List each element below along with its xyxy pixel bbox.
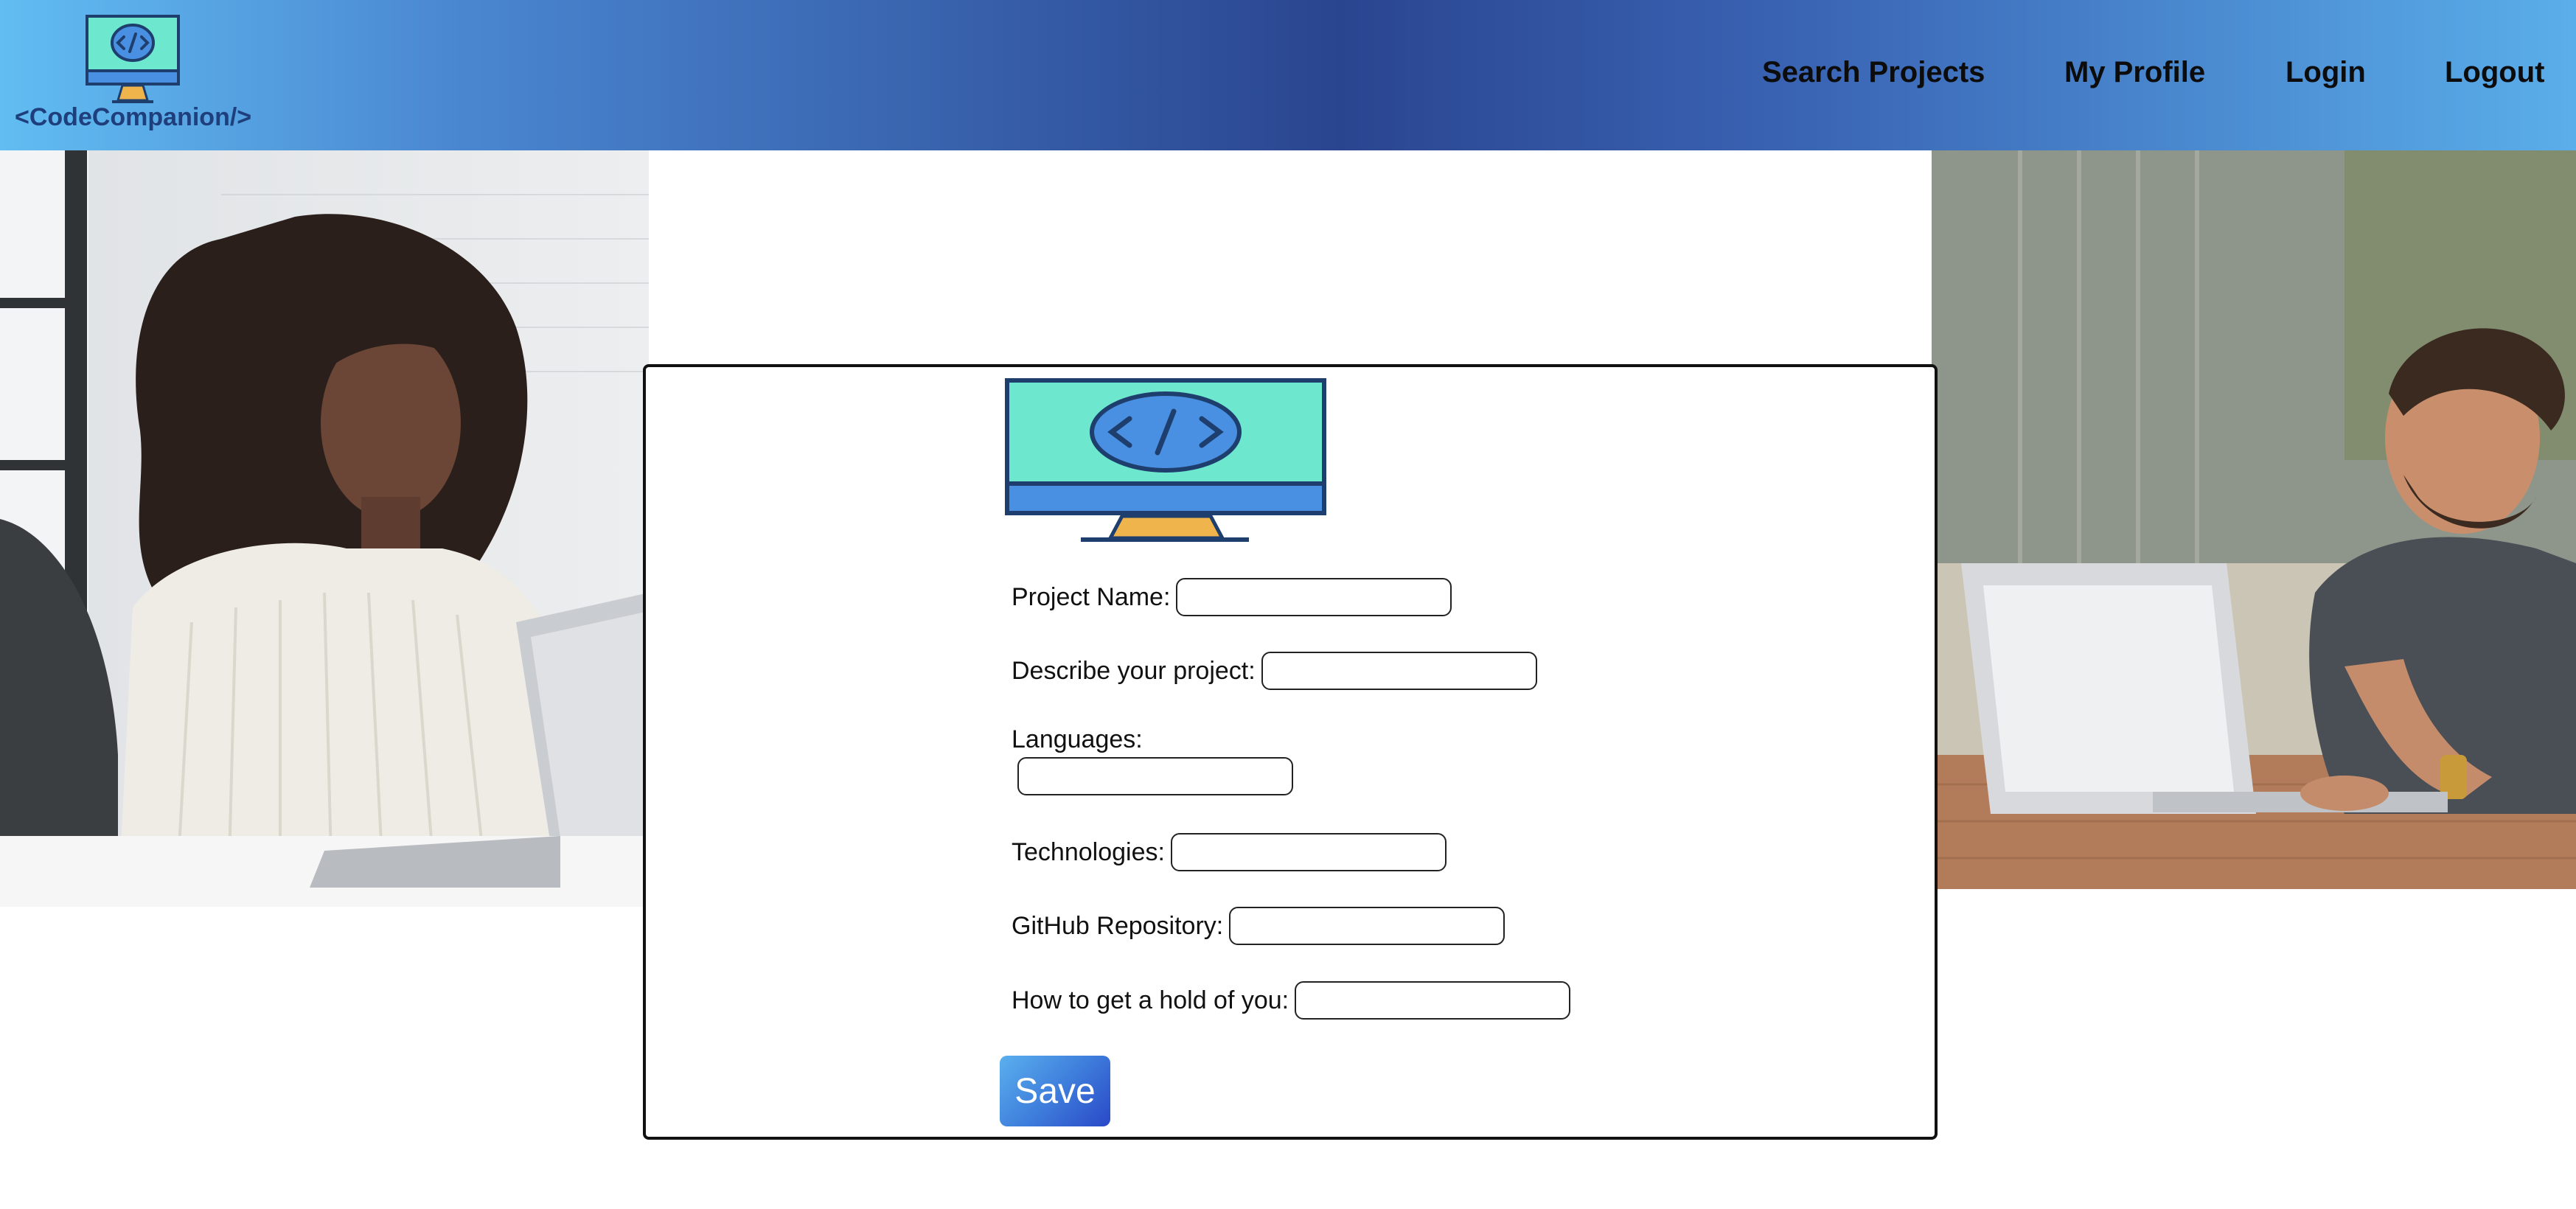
languages-label: Languages: — [1012, 725, 1143, 753]
description-label: Describe your project: — [1012, 656, 1256, 685]
github-row: GitHub Repository: — [1012, 907, 1505, 945]
brand-logo[interactable]: <CodeCompanion/> — [0, 0, 265, 150]
save-button[interactable]: Save — [1000, 1056, 1110, 1126]
languages-row: Languages: — [1012, 725, 1293, 795]
nav-my-profile[interactable]: My Profile — [2064, 56, 2205, 89]
hero-photo-right — [1932, 150, 2576, 889]
technologies-row: Technologies: — [1012, 833, 1447, 871]
project-name-input[interactable] — [1176, 578, 1452, 616]
brand-name: <CodeCompanion/> — [15, 103, 252, 131]
site-header: <CodeCompanion/> Search Projects My Prof… — [0, 0, 2576, 150]
project-name-row: Project Name: — [1012, 578, 1452, 616]
contact-row: How to get a hold of you: — [1012, 981, 1571, 1020]
technologies-label: Technologies: — [1012, 837, 1165, 866]
monitor-code-logo-icon — [86, 15, 180, 103]
nav-login[interactable]: Login — [2286, 56, 2366, 89]
woman-laptop-image — [0, 150, 649, 907]
nav-logout[interactable]: Logout — [2445, 56, 2545, 89]
nav-search-projects[interactable]: Search Projects — [1762, 56, 1985, 89]
project-name-label: Project Name: — [1012, 582, 1171, 611]
description-input[interactable] — [1261, 652, 1537, 690]
hero-photo-left — [0, 150, 649, 907]
description-row: Describe your project: — [1012, 652, 1537, 690]
github-input[interactable] — [1229, 907, 1505, 945]
technologies-input[interactable] — [1170, 833, 1447, 871]
contact-input[interactable] — [1295, 981, 1571, 1020]
github-label: GitHub Repository: — [1012, 911, 1224, 940]
contact-label: How to get a hold of you: — [1012, 986, 1289, 1014]
monitor-code-logo-icon — [1005, 378, 1326, 542]
man-laptop-image — [1932, 150, 2576, 889]
languages-input[interactable] — [1017, 757, 1293, 795]
